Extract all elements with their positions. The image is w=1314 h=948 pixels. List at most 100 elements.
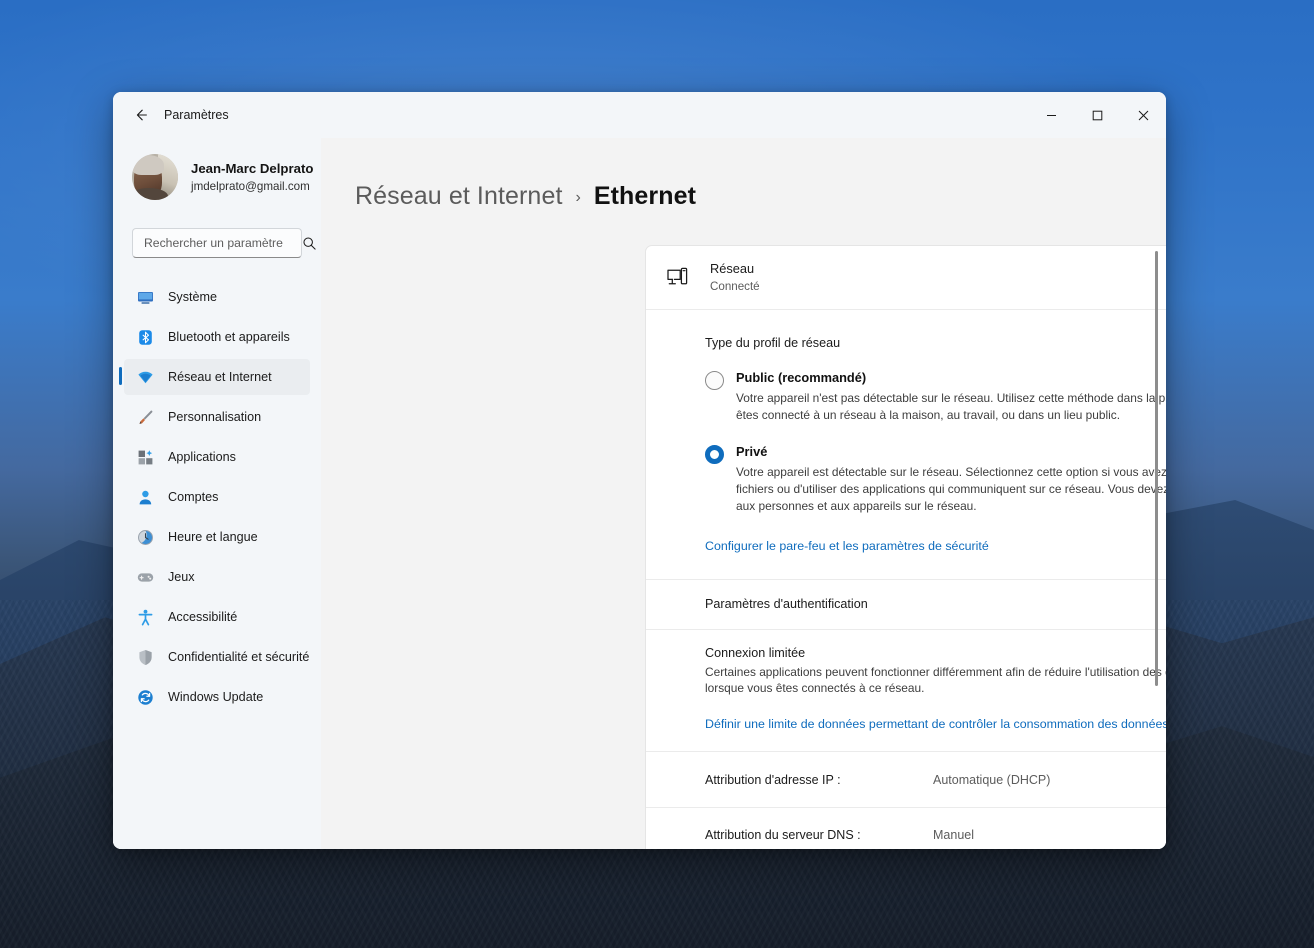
- sidebar-item-applications[interactable]: Applications: [124, 439, 310, 475]
- minimize-button[interactable]: [1028, 92, 1074, 138]
- sidebar-nav: Système Bluetooth et appareils Réseau et…: [113, 279, 321, 715]
- brush-icon: [137, 409, 154, 426]
- content-pane: Réseau et Internet › Ethernet Réseau Con…: [321, 138, 1166, 849]
- sidebar-item-personnalisation[interactable]: Personnalisation: [124, 399, 310, 435]
- authentication-settings-row: Paramètres d'authentification Modifier: [646, 580, 1166, 629]
- search-icon: [302, 236, 317, 251]
- sidebar-item-label: Jeux: [168, 570, 195, 584]
- data-limit-link[interactable]: Définir une limite de données permettant…: [705, 717, 1166, 731]
- content-scrollbar[interactable]: [1155, 251, 1158, 686]
- wifi-icon: [137, 369, 154, 386]
- ip-assignment-labels: Attribution d'adresse IP :: [705, 768, 933, 792]
- dns-assignment-row: Attribution du serveur DNS : Serveurs DN…: [646, 808, 1166, 849]
- radio-prive-input[interactable]: [705, 444, 724, 464]
- dns-servers-label: Serveurs DNS IPv4 :: [705, 847, 933, 849]
- breadcrumb-parent-link[interactable]: Réseau et Internet: [355, 182, 563, 211]
- settings-scroll-region: Réseau Connecté Type du profil de réseau…: [321, 245, 1166, 849]
- radio-prive-label: Privé: [736, 443, 768, 459]
- back-button[interactable]: [124, 100, 158, 130]
- accessibility-icon: [137, 609, 154, 626]
- sidebar: Jean-Marc Delprato jmdelprato@gmail.com: [113, 138, 321, 849]
- sidebar-item-label: Comptes: [168, 490, 219, 504]
- ip-assignment-values: Automatique (DHCP): [933, 768, 1166, 792]
- sidebar-item-label: Windows Update: [168, 690, 264, 704]
- metered-connection-title: Connexion limitée: [705, 645, 806, 660]
- breadcrumb: Réseau et Internet › Ethernet: [321, 138, 1166, 211]
- radio-option-public[interactable]: Public (recommandé) Votre appareil n'est…: [705, 370, 1166, 424]
- sidebar-item-label: Réseau et Internet: [168, 370, 272, 384]
- metered-connection-top: Connexion limitée Certaines applications…: [705, 646, 1166, 698]
- sidebar-item-label: Système: [168, 290, 217, 304]
- dns-assignment-labels: Attribution du serveur DNS : Serveurs DN…: [705, 823, 933, 849]
- settings-cards: Réseau Connecté Type du profil de réseau…: [645, 245, 1166, 849]
- ip-assignment-value: Automatique (DHCP): [933, 772, 1051, 787]
- sidebar-item-label: Personnalisation: [168, 410, 262, 424]
- sidebar-item-label: Confidentialité et sécurité: [168, 650, 310, 664]
- account-email: jmdelprato@gmail.com: [191, 179, 310, 193]
- metered-connection-description: Certaines applications peuvent fonctionn…: [705, 664, 1166, 696]
- update-icon: [137, 689, 154, 706]
- sidebar-item-comptes[interactable]: Comptes: [124, 479, 310, 515]
- radio-prive-body: Privé Votre appareil est détectable sur …: [736, 444, 1166, 515]
- sidebar-item-label: Accessibilité: [168, 610, 238, 624]
- ethernet-card: Réseau Connecté Type du profil de réseau…: [645, 245, 1166, 849]
- radio-public-input[interactable]: [705, 371, 724, 390]
- sidebar-item-reseau-et-internet[interactable]: Réseau et Internet: [119, 359, 310, 395]
- window-controls: [1028, 92, 1166, 138]
- sidebar-item-accessibilite[interactable]: Accessibilité: [124, 599, 310, 635]
- radio-option-prive[interactable]: Privé Votre appareil est détectable sur …: [705, 444, 1166, 515]
- radio-prive-description: Votre appareil est détectable sur le rés…: [736, 464, 1166, 513]
- system-icon: [137, 289, 154, 306]
- search-box[interactable]: [132, 228, 316, 258]
- dns-servers-value: 1.1.1.1 (non chiffré): [933, 847, 1166, 849]
- gamepad-icon: [137, 569, 154, 586]
- avatar-shoulder: [132, 188, 168, 200]
- sidebar-item-windows-update[interactable]: Windows Update: [124, 679, 310, 715]
- dns-assignment-values: Manuel 1.1.1.1 (non chiffré): [933, 823, 1166, 849]
- window-body: Jean-Marc Delprato jmdelprato@gmail.com: [113, 138, 1166, 849]
- radio-public-body: Public (recommandé) Votre appareil n'est…: [736, 370, 1166, 424]
- radio-public-label: Public (recommandé): [736, 370, 867, 385]
- dns-assignment-value: Manuel: [933, 827, 974, 842]
- dns-assignment-label: Attribution du serveur DNS :: [705, 827, 861, 842]
- sidebar-item-label: Heure et langue: [168, 530, 258, 544]
- authentication-settings-label: Paramètres d'authentification: [705, 597, 868, 612]
- account-name: Jean-Marc Delprato: [191, 161, 314, 177]
- metered-connection-section: Connexion limitée Certaines applications…: [646, 630, 1166, 752]
- chevron-right-icon: ›: [575, 189, 581, 206]
- ip-assignment-row: Attribution d'adresse IP : Automatique (…: [646, 752, 1166, 807]
- sidebar-item-label: Applications: [168, 450, 236, 464]
- maximize-button[interactable]: [1074, 92, 1120, 138]
- sidebar-item-systeme[interactable]: Système: [124, 279, 310, 315]
- radio-public-description: Votre appareil n'est pas détectable sur …: [736, 391, 1166, 422]
- ip-assignment-label: Attribution d'adresse IP :: [705, 772, 841, 787]
- sidebar-item-heure-et-langue[interactable]: Heure et langue: [124, 519, 310, 555]
- data-limit-link-wrap: Définir une limite de données permettant…: [705, 715, 1166, 751]
- sidebar-item-confidentialite-et-securite[interactable]: Confidentialité et sécurité: [124, 639, 310, 675]
- profile-section-label: Type du profil de réseau: [705, 336, 841, 350]
- close-button[interactable]: [1120, 92, 1166, 138]
- network-profile-section: Type du profil de réseau Public (recomma…: [646, 310, 1166, 579]
- network-card-title: Réseau: [710, 261, 755, 277]
- clock-globe-icon: [137, 529, 154, 546]
- sidebar-item-bluetooth[interactable]: Bluetooth et appareils: [124, 319, 310, 355]
- sidebar-item-label: Bluetooth et appareils: [168, 330, 290, 344]
- page-title: Ethernet: [593, 182, 697, 210]
- network-card-header[interactable]: Réseau Connecté: [646, 246, 1166, 309]
- avatar[interactable]: [132, 154, 178, 200]
- account-block[interactable]: Jean-Marc Delprato jmdelprato@gmail.com: [113, 138, 321, 206]
- sidebar-item-jeux[interactable]: Jeux: [124, 559, 310, 595]
- bluetooth-icon: [137, 329, 154, 346]
- firewall-link-wrap: Configurer le pare-feu et les paramètres…: [705, 537, 1166, 555]
- shield-icon: [137, 649, 154, 666]
- desktop-wallpaper: Paramètres Jean-Marc Delprato jmdelprato…: [0, 0, 1314, 948]
- monitor-device-icon: [666, 266, 696, 290]
- firewall-settings-link[interactable]: Configurer le pare-feu et les paramètres…: [705, 539, 989, 553]
- account-text: Jean-Marc Delprato jmdelprato@gmail.com: [191, 160, 313, 193]
- window-title: Paramètres: [164, 108, 229, 122]
- avatar-hair: [132, 155, 164, 175]
- apps-icon: [137, 449, 154, 466]
- search-input[interactable]: [144, 236, 302, 250]
- network-card-header-text: Réseau Connecté: [710, 260, 760, 295]
- network-card-status: Connecté: [710, 280, 760, 294]
